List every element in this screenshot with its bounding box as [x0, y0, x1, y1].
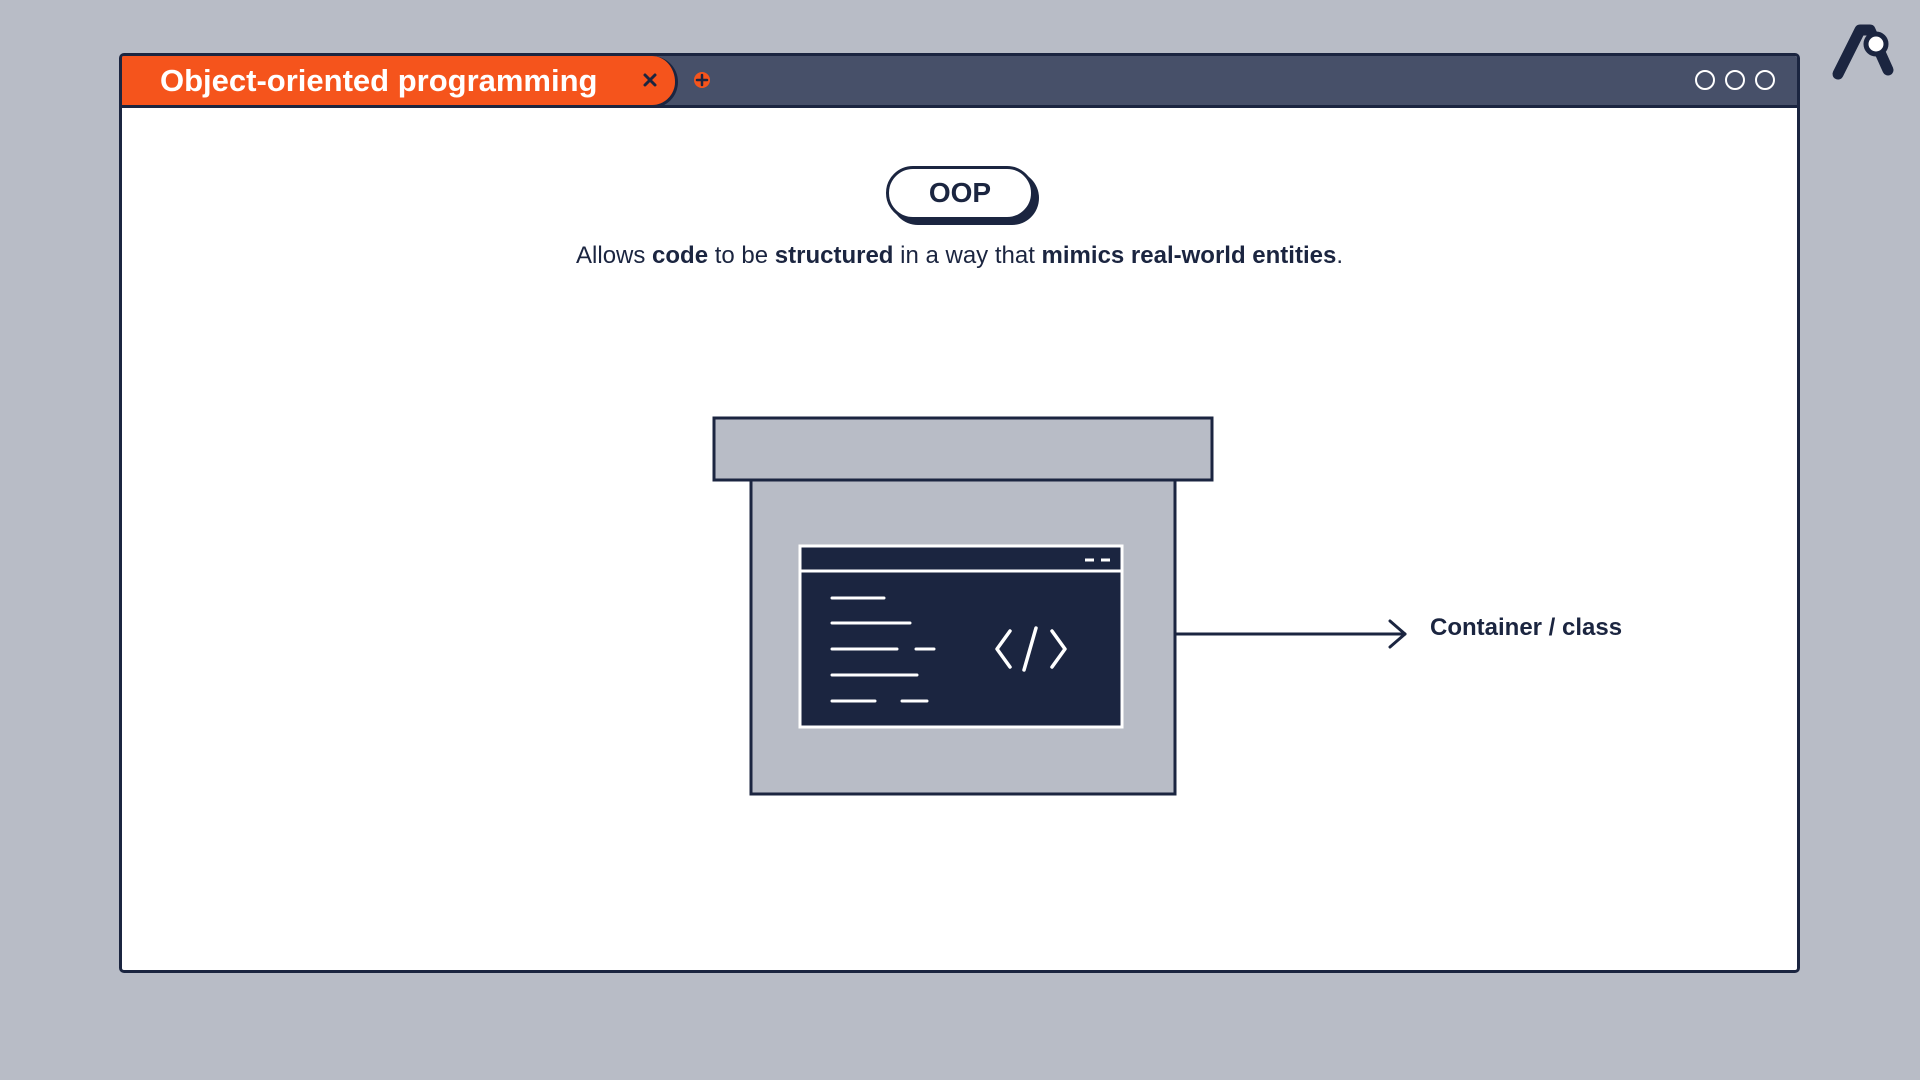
code-window [798, 544, 1124, 729]
app-window: Object-oriented programming OOP Allows c… [119, 53, 1800, 973]
box-lid [712, 416, 1214, 482]
brand-logo-icon [1832, 24, 1894, 80]
container-diagram [712, 416, 1407, 796]
arrow-right-icon [1173, 619, 1407, 649]
container-class-label: Container / class [1430, 614, 1623, 641]
